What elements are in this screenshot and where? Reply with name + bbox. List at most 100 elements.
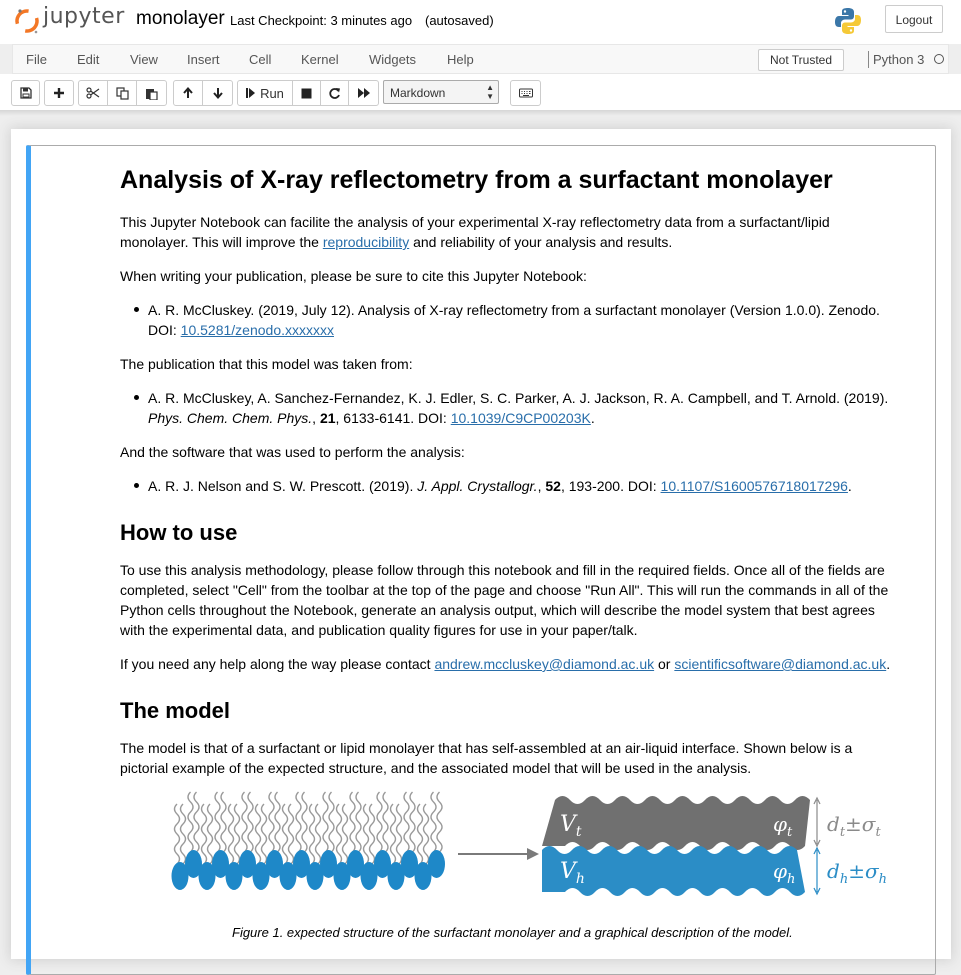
cell-type-select[interactable]: Markdown ▲ ▼ [383, 80, 499, 104]
tail-chain [200, 803, 208, 865]
model-line-2: pictorial example of the expected struct… [120, 760, 752, 776]
how-to-line-3: Python cells throughout the Notebook, ge… [120, 602, 875, 618]
move-down-button[interactable] [203, 81, 232, 105]
model-source-intro: The publication that this model was take… [120, 356, 413, 372]
tail-chain [403, 791, 410, 853]
citation-software: A. R. J. Nelson and S. W. Prescott. (201… [134, 476, 908, 496]
copy-button[interactable] [108, 81, 137, 105]
tail-layer-slab [542, 796, 810, 850]
tail-chain [254, 803, 262, 865]
cell-type-value: Markdown [390, 86, 446, 100]
tail-chain [241, 791, 248, 853]
menu-help[interactable]: Help [447, 52, 474, 67]
journal-name: J. Appl. Crystallogr. [417, 478, 538, 494]
menu-widgets[interactable]: Widgets [369, 52, 416, 67]
tail-chain [395, 803, 403, 865]
notebook-name[interactable]: monolayer [136, 8, 225, 30]
volume: 52 [545, 478, 561, 494]
command-palette-button[interactable] [511, 81, 540, 105]
tail-chain [187, 791, 194, 853]
restart-button[interactable] [321, 81, 349, 105]
not-trusted-button[interactable]: Not Trusted [758, 49, 844, 71]
autosave-status: (autosaved) [425, 13, 494, 28]
tail-chain [214, 791, 221, 853]
cut-button[interactable] [79, 81, 108, 105]
menu-edit[interactable]: Edit [77, 52, 99, 67]
reproducibility-link[interactable]: reproducibility [323, 234, 409, 250]
thickness-markers [813, 796, 821, 896]
tail-chain [274, 791, 281, 853]
email-link-andrew[interactable]: andrew.mccluskey@diamond.ac.uk [434, 656, 654, 672]
paste-button[interactable] [137, 81, 166, 105]
python-logo-icon [835, 8, 861, 34]
menu-insert[interactable]: Insert [187, 52, 220, 67]
pages: , 6133-6141. DOI: [335, 410, 451, 426]
tail-chain [281, 803, 289, 865]
kernel-separator [868, 51, 869, 68]
run-group: Run [237, 80, 379, 106]
tail-chain [308, 803, 316, 865]
copy-icon [115, 86, 129, 100]
tail-chain [341, 803, 349, 865]
journal-name: Phys. Chem. Chem. Phys. [148, 410, 313, 426]
email-link-scientificsoftware[interactable]: scientificsoftware@diamond.ac.uk [674, 656, 886, 672]
insert-cell-button[interactable] [45, 81, 73, 105]
notebook-title: Analysis of X-ray reflectometry from a s… [120, 166, 833, 194]
kernel-idle-indicator-icon [934, 54, 944, 64]
cut-icon [86, 87, 100, 99]
move-down-icon [212, 88, 223, 99]
tail-chain [233, 803, 241, 865]
help-or: or [654, 656, 675, 672]
insert-group [44, 80, 74, 106]
tail-chain [382, 791, 389, 853]
citation-notebook-text: A. R. McCluskey. (2019, July 12). Analys… [148, 302, 880, 318]
save-button[interactable] [12, 81, 39, 105]
period: . [847, 478, 852, 494]
refnx-doi-link[interactable]: 10.1107/S1600576718017296 [661, 478, 848, 494]
logout-button[interactable]: Logout [885, 5, 943, 33]
tail-chain [422, 803, 430, 865]
tail-chain [220, 791, 227, 853]
software-intro: And the software that was used to perfor… [120, 444, 465, 460]
interrupt-button[interactable] [293, 81, 321, 105]
tail-chain [362, 803, 370, 865]
run-icon [246, 88, 256, 98]
kernel-name[interactable]: Python 3 [873, 52, 924, 67]
tail-chain [295, 791, 302, 853]
period: . [886, 656, 891, 672]
stop-icon [301, 88, 312, 98]
menu-view[interactable]: View [130, 52, 158, 67]
tail-chain [335, 803, 343, 865]
zenodo-doi-link[interactable]: 10.5281/zenodo.xxxxxxx [181, 322, 334, 338]
checkpoint-status: Last Checkpoint: 3 minutes ago [230, 13, 413, 28]
keyboard-icon [518, 88, 533, 98]
the-model-heading: The model [120, 698, 231, 723]
arrow-icon [458, 848, 539, 860]
tail-chain [389, 803, 397, 865]
move-up-button[interactable] [174, 81, 203, 105]
restart-run-all-button[interactable] [349, 81, 378, 105]
separator: , [312, 410, 320, 426]
volume: 21 [319, 410, 336, 426]
tail-thickness-label: dt±σt [827, 812, 881, 840]
citation-paper: A. R. McCluskey, A. Sanchez-Fernandez, K… [134, 388, 908, 428]
citation-notebook: A. R. McCluskey. (2019, July 12). Analys… [134, 300, 908, 340]
tail-chain [268, 791, 275, 853]
tail-chain [416, 803, 424, 865]
jupyter-wordmark[interactable]: jupyter [43, 4, 125, 29]
how-to-line-4: with the experimental data, and publicat… [120, 622, 638, 638]
tail-chain [247, 791, 254, 853]
tail-chain [322, 791, 329, 853]
menubar: File Edit View Insert Cell Kernel Widget… [12, 44, 949, 74]
header-shadow [0, 110, 961, 116]
model-line-1: The model is that of a surfactant or lip… [120, 740, 853, 756]
pccp-doi-link[interactable]: 10.1039/C9CP00203K [451, 410, 591, 426]
intro-paragraph: This Jupyter Notebook can facilite the a… [120, 212, 910, 252]
menu-kernel[interactable]: Kernel [301, 52, 339, 67]
menu-cell[interactable]: Cell [249, 52, 271, 67]
run-button[interactable]: Run [238, 81, 293, 105]
restart-icon [329, 87, 340, 99]
period: . [590, 410, 595, 426]
toolbar: Run Markdown ▲ ▼ [0, 74, 961, 110]
menu-file[interactable]: File [26, 52, 47, 67]
